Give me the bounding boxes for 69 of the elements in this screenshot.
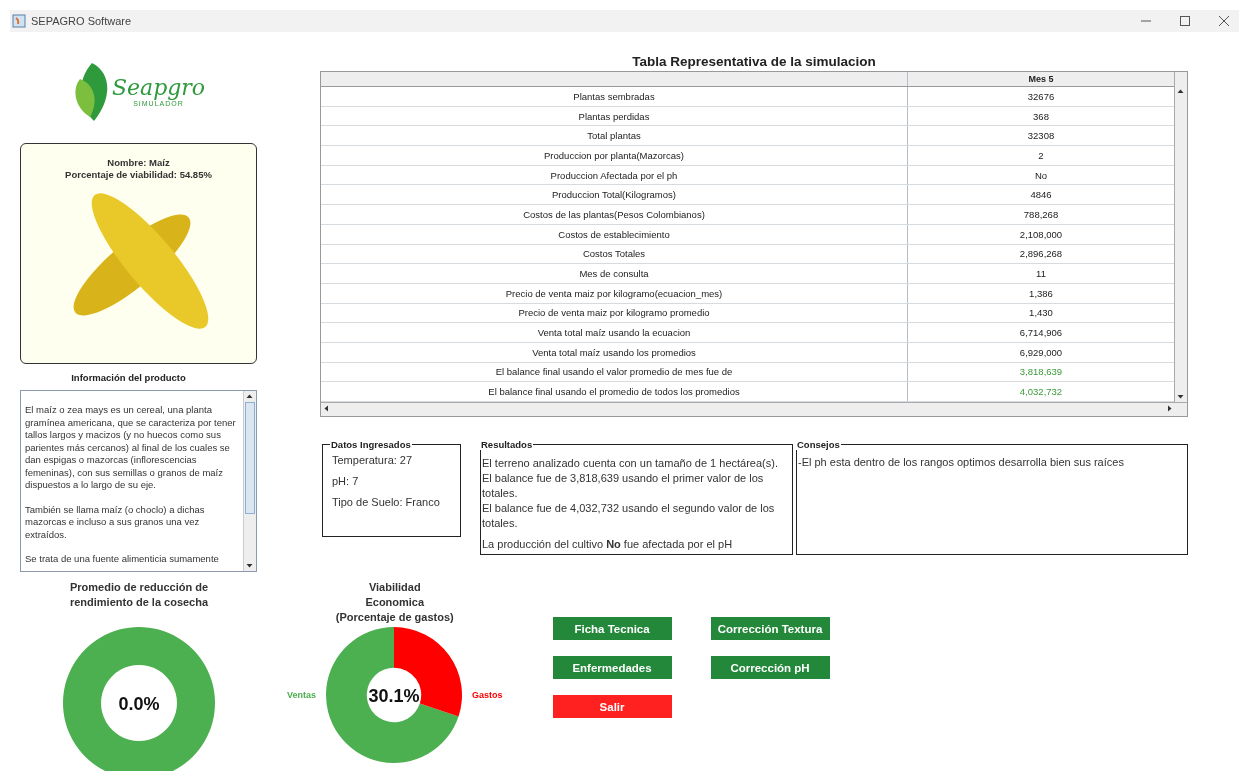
group-title: Consejos (796, 439, 841, 450)
results-text: El terreno analizado cuenta con un tamaño de 1 hectárea(s). El balance fue de 3,818,639 usando el primer valor de los totales. El balance fue de 4,032,732 usando el segundo valor de los totales. (482, 456, 779, 531)
table-cell-text: 4846 (1029, 188, 1053, 203)
action-button[interactable]: Ficha Tecnica (552, 617, 672, 640)
table-cell: Precio de venta maiz por kilogramo(ecuacion_mes) (321, 283, 908, 303)
advice-text: -El ph esta dentro de los rangos optimos desarrolla bien sus raíces (798, 456, 1125, 468)
gauge-center-label: 0.0% (118, 694, 160, 714)
scrollbar[interactable] (321, 402, 1187, 416)
table-cell: Costos de las plantas(Pesos Colombianos) (321, 205, 908, 224)
column-header: Mes 5 (1027, 73, 1055, 86)
input-summary-text: pH: 7 (332, 475, 360, 487)
table-cell-text: 32308 (1026, 129, 1056, 144)
input-summary-text: Tipo de Suelo: Franco (332, 496, 441, 508)
info-paragraph: También se llama maíz (o choclo) a dichas mazorcas e incluso a sus granos una vez extraídos. (25, 503, 206, 541)
logo-wordmark: Seapgro (111, 75, 206, 100)
table-cell-text: 2 (1037, 148, 1045, 163)
info-paragraph: Se trata de una fuente alimenticia sumamente (25, 553, 220, 566)
scrollbar[interactable] (243, 391, 256, 571)
info-paragraph: El maíz o zea mays es un cereal, una planta gramínea americana, que se caracteriza por tener tallos largos y macizos (y no huecos como sus parientes más cercanos) al final de los cuales se dan espigas o mazorcas (inflorescencias femeninas), con sus semillas o granos de maíz dispuestos a lo largo de su eje. (25, 404, 237, 492)
scroll-thumb[interactable] (245, 402, 255, 514)
table-cell: Precio de venta maiz por kilogramo promedio (321, 303, 908, 323)
maximize-icon[interactable] (1180, 16, 1190, 26)
group-title: Resultados (480, 439, 534, 450)
table-cell: Venta total maíz usando la ecuacion (321, 323, 908, 342)
product-name: Nombre: Maíz (107, 157, 170, 169)
action-button[interactable]: Enfermedades (552, 656, 672, 679)
chart-title: Viabilidad Economica (Porcentaje de gastos) (334, 580, 455, 625)
table-cell-text: 1,386 (1028, 286, 1054, 301)
donut-center-label: 30.1% (368, 686, 420, 706)
info-title: Información del producto (70, 372, 187, 385)
table-cell-text: 3,818,639 (1018, 365, 1064, 380)
table-cell-text: 2,896,268 (1018, 247, 1064, 262)
table-cell-text: 32676 (1026, 89, 1056, 104)
app-icon (12, 14, 26, 28)
table-cell-text: 6,714,906 (1018, 326, 1064, 341)
close-icon[interactable] (1219, 16, 1229, 26)
table-cell: Plantas sembradas (321, 87, 908, 106)
gauge-title: Promedio de reducción de rendimiento de la cosecha (68, 580, 210, 610)
table-cell-text: 6,929,000 (1018, 345, 1064, 360)
input-summary-text: Temperatura: 27 (332, 454, 414, 466)
action-button[interactable]: Salir (552, 695, 672, 718)
scrollbar[interactable] (1174, 72, 1187, 402)
group-title: Datos Ingresados (330, 439, 412, 450)
slice-label: Ventas (287, 690, 317, 700)
table-cell-text: 1,430 (1028, 306, 1054, 321)
table-title: Tabla Representativa de la simulacion (631, 54, 877, 71)
table-cell: Produccion Afectada por el ph (321, 165, 908, 185)
results-text: La producción del cultivo No fue afectada por el pH (482, 537, 734, 552)
table-cell: Costos Totales (321, 244, 908, 264)
table-cell-text: No (1033, 168, 1049, 183)
table-cell: El balance final usando el promedio de todos los promedios (321, 382, 908, 401)
table-cell: Plantas perdidas (321, 106, 908, 126)
table-cell-text: 11 (1035, 267, 1047, 282)
table-cell: Produccion Total(Kilogramos) (321, 185, 908, 205)
window-title: SEPAGRO Software (31, 15, 132, 27)
slice-label: Gastos (472, 690, 503, 700)
table-cell: Venta total maíz usando los promedios (321, 342, 908, 362)
table-cell-text: 4,032,732 (1018, 385, 1064, 400)
table-cell: Mes de consulta (321, 264, 908, 283)
action-button[interactable]: Corrección pH (710, 656, 830, 679)
viability-text: Porcentaje de viabilidad: 54.85% (65, 169, 212, 181)
table-cell: Produccion por planta(Mazorcas) (321, 146, 908, 165)
table-cell-text: 368 (1032, 109, 1050, 124)
table-cell-text: 2,108,000 (1018, 227, 1064, 242)
action-button[interactable]: Corrección Textura (710, 617, 830, 640)
table-cell: El balance final usando el valor promedio de mes fue de (321, 362, 908, 382)
table-cell: Total plantas (321, 126, 908, 146)
table-cell-text: 788,268 (1022, 207, 1060, 222)
table-cell: Costos de establecimiento (321, 224, 908, 244)
